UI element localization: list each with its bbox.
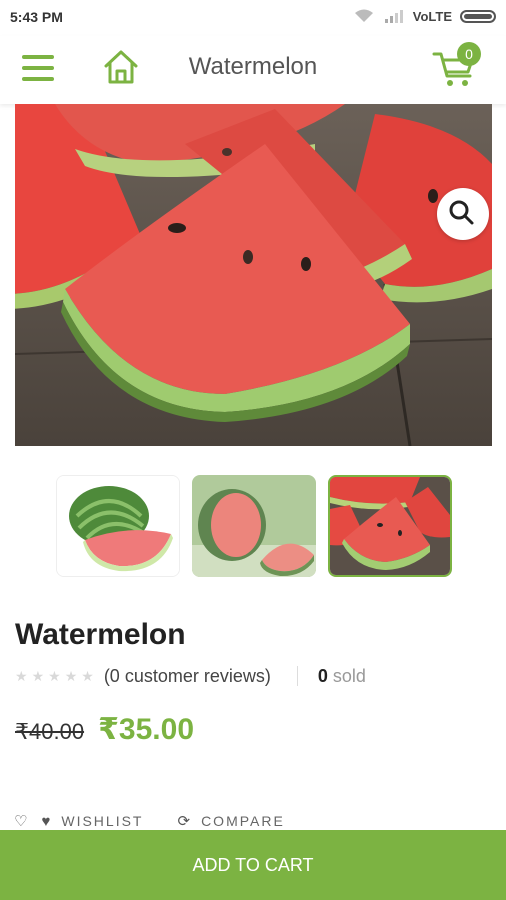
sold-label: sold	[332, 665, 366, 686]
hamburger-icon	[22, 55, 54, 59]
star-icon: ★	[15, 667, 28, 684]
star-icon: ★	[64, 667, 78, 684]
home-icon[interactable]	[102, 48, 140, 86]
sold-count: 0	[317, 665, 328, 686]
wifi-icon	[354, 9, 373, 22]
reviews-link[interactable]: (0 customer reviews)	[104, 666, 271, 687]
refresh-icon: ⟳	[177, 813, 193, 830]
zoom-button[interactable]	[437, 188, 489, 240]
heart-outline-icon[interactable]: ♡	[14, 812, 29, 830]
thumbnail-whole-watermelon[interactable]	[56, 475, 180, 577]
secondary-actions: ♡ ♥ WISHLIST ⟳ COMPARE	[14, 812, 319, 831]
signal-icon	[384, 10, 403, 23]
thumbnail-image	[192, 475, 316, 577]
thumbnail-watermelon-slices[interactable]	[328, 475, 452, 577]
page-title: Watermelon	[188, 53, 318, 80]
product-title: Watermelon	[15, 618, 186, 651]
old-price: ₹40.00	[15, 719, 85, 744]
star-icon: ★	[48, 667, 61, 684]
divider	[296, 666, 298, 686]
carrier-label: VoLTE	[412, 8, 452, 24]
compare-label: COMPARE	[201, 813, 285, 829]
star-icon: ★	[81, 667, 94, 684]
status-time: 5:43 PM	[10, 9, 63, 25]
status-bar: 5:43 PM VoLTE	[0, 0, 506, 36]
add-to-cart-button[interactable]: ADD TO CART	[0, 830, 506, 900]
wishlist-button[interactable]: ♥ WISHLIST	[41, 813, 143, 830]
rating-row: ★ ★ ★ ★ ★ (0 customer reviews) 0 sold	[15, 665, 366, 687]
app-header: Watermelon 0	[0, 36, 506, 104]
thumbnail-watermelon-halves[interactable]	[192, 475, 316, 577]
product-main-image[interactable]	[15, 104, 492, 446]
status-icons: VoLTE	[353, 8, 496, 24]
watermelon-image	[15, 104, 492, 446]
star-icon: ★	[31, 667, 45, 684]
menu-button[interactable]	[22, 52, 54, 84]
battery-icon	[460, 9, 496, 23]
star-rating: ★ ★ ★ ★ ★	[15, 668, 94, 685]
thumbnail-image	[57, 476, 179, 576]
heart-icon: ♥	[41, 812, 53, 830]
magnifier-icon	[449, 200, 474, 225]
cart-count-badge: 0	[457, 42, 481, 66]
current-price: ₹35.00	[98, 713, 195, 746]
thumbnail-image	[330, 477, 450, 575]
wishlist-label: WISHLIST	[61, 813, 144, 829]
price-row: ₹40.00 ₹35.00	[15, 712, 194, 747]
compare-button[interactable]: ⟳ COMPARE	[177, 812, 284, 830]
